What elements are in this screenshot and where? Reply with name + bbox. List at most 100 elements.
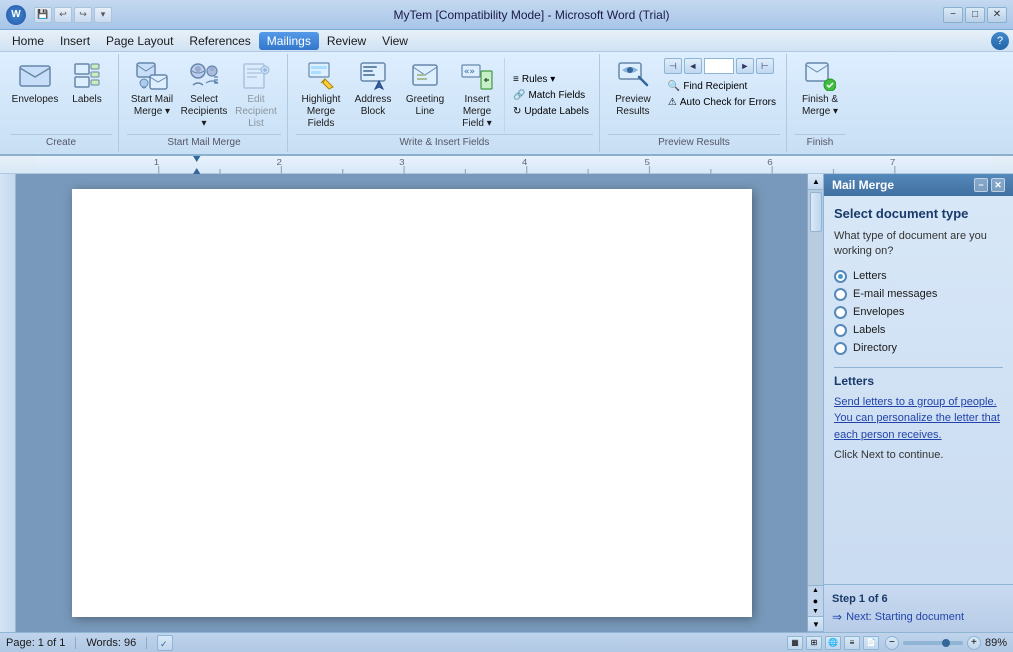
zoom-thumb <box>942 639 950 647</box>
click-next-text: Click Next to continue. <box>834 449 1003 461</box>
menu-references[interactable]: References <box>181 32 258 50</box>
outline-view-btn[interactable]: ≡ <box>844 636 860 650</box>
rules-icon: ≡ <box>513 74 519 85</box>
greeting-line-button[interactable]: GreetingLine <box>400 58 450 120</box>
radio-directory[interactable]: Directory <box>834 342 1003 355</box>
help-icon[interactable]: ? <box>991 32 1009 50</box>
menu-mailings[interactable]: Mailings <box>259 32 319 50</box>
svg-text:✓: ✓ <box>160 639 168 649</box>
title-bar: W 💾 ↩ ↪ ▾ MyTem [Compatibility Mode] - M… <box>0 0 1013 30</box>
zoom-slider[interactable] <box>903 641 963 645</box>
redo-btn[interactable]: ↪ <box>74 7 92 23</box>
panel-header-controls: − ✕ <box>974 178 1005 192</box>
menu-insert[interactable]: Insert <box>52 32 98 50</box>
undo-btn[interactable]: ↩ <box>54 7 72 23</box>
envelopes-button[interactable]: Envelopes <box>10 58 60 108</box>
rules-button[interactable]: ≡ Rules ▾ <box>509 72 593 87</box>
labels-icon <box>71 60 103 92</box>
nav-last-btn[interactable]: ⊢ <box>756 58 774 74</box>
svg-text:7: 7 <box>890 158 895 167</box>
close-btn[interactable]: ✕ <box>987 7 1007 23</box>
scroll-browse-object[interactable]: ● <box>812 595 819 607</box>
info-section-title: Letters <box>834 367 1003 388</box>
highlight-merge-fields-icon <box>305 60 337 92</box>
update-labels-button[interactable]: ↻ Update Labels <box>509 104 593 119</box>
auto-check-errors-button[interactable]: ⚠ Auto Check for Errors <box>664 95 780 110</box>
zoom-in-btn[interactable]: + <box>967 636 981 650</box>
menu-home[interactable]: Home <box>4 32 52 50</box>
radio-email-messages[interactable]: E-mail messages <box>834 288 1003 301</box>
window-controls: − □ ✕ <box>943 7 1007 23</box>
update-labels-icon: ↻ <box>513 106 521 117</box>
select-recipients-label: SelectRecipients ▾ <box>181 94 228 130</box>
select-recipients-button[interactable]: SelectRecipients ▾ <box>179 58 229 132</box>
web-layout-view-btn[interactable]: 🌐 <box>825 636 841 650</box>
panel-close-btn[interactable]: ✕ <box>991 178 1005 192</box>
select-recipients-icon <box>188 60 220 92</box>
scroll-up-btn[interactable]: ▲ <box>808 174 824 190</box>
radio-labels-circle <box>834 324 847 337</box>
status-bar: Page: 1 of 1 Words: 96 ✓ ▦ ⊞ 🌐 ≡ 📄 − + 8… <box>0 632 1013 652</box>
edit-recipient-list-label: EditRecipient List <box>233 94 279 130</box>
preview-results-button[interactable]: PreviewResults <box>608 58 658 120</box>
nav-first-btn[interactable]: ⊣ <box>664 58 682 74</box>
auto-check-icon: ⚠ <box>668 97 677 108</box>
nav-prev-btn[interactable]: ◄ <box>684 58 702 74</box>
radio-letters-circle <box>834 270 847 283</box>
finish-merge-button[interactable]: Finish &Merge ▾ <box>795 58 845 120</box>
nav-next-btn[interactable]: ► <box>736 58 754 74</box>
zoom-control: − + 89% <box>885 636 1007 650</box>
menu-page-layout[interactable]: Page Layout <box>98 32 181 50</box>
panel-minimize-btn[interactable]: − <box>974 178 988 192</box>
address-block-button[interactable]: AddressBlock <box>348 58 398 120</box>
menu-review[interactable]: Review <box>319 32 374 50</box>
match-fields-button[interactable]: 🔗 Match Fields <box>509 88 593 103</box>
find-recipient-button[interactable]: 🔍 Find Recipient <box>664 79 780 94</box>
preview-record-input[interactable] <box>704 58 734 74</box>
scroll-select-browse-prev[interactable]: ▲ <box>811 586 820 595</box>
status-divider1 <box>75 637 76 649</box>
preview-results-label: PreviewResults <box>615 94 651 118</box>
zoom-level[interactable]: 89% <box>985 637 1007 649</box>
full-reading-view-btn[interactable]: ⊞ <box>806 636 822 650</box>
document-canvas[interactable] <box>16 174 807 632</box>
labels-button[interactable]: Labels <box>62 58 112 108</box>
qa-dropdown[interactable]: ▾ <box>94 7 112 23</box>
highlight-merge-fields-button[interactable]: HighlightMerge Fields <box>296 58 346 132</box>
insert-merge-field-label: Insert MergeField ▾ <box>454 94 500 130</box>
print-layout-view-btn[interactable]: ▦ <box>787 636 803 650</box>
greeting-line-icon <box>409 60 441 92</box>
write-insert-group-label: Write & Insert Fields <box>296 134 593 148</box>
zoom-out-btn[interactable]: − <box>885 636 899 650</box>
svg-text:«»: «» <box>464 67 475 77</box>
edit-recipient-list-button[interactable]: EditRecipient List <box>231 58 281 132</box>
view-icons: ▦ ⊞ 🌐 ≡ 📄 <box>787 636 879 650</box>
panel-section-title: Select document type <box>834 206 1003 221</box>
draft-view-btn[interactable]: 📄 <box>863 636 879 650</box>
menu-view[interactable]: View <box>374 32 416 50</box>
start-mail-merge-button[interactable]: Start MailMerge ▾ <box>127 58 177 120</box>
next-link[interactable]: ⇒ Next: Starting document <box>832 610 1005 624</box>
spelling-icon[interactable]: ✓ <box>157 635 173 651</box>
document-page <box>72 189 752 617</box>
find-recipient-icon: 🔍 <box>668 81 680 92</box>
radio-letters-label: Letters <box>853 270 887 282</box>
scroll-thumb[interactable] <box>810 192 822 232</box>
ribbon-group-create: Envelopes Labels <box>4 54 119 152</box>
page-status: Page: 1 of 1 <box>6 637 65 649</box>
window-title: MyTem [Compatibility Mode] - Microsoft W… <box>120 8 943 22</box>
info-text-link[interactable]: Send letters to a group of people. You c… <box>834 396 1000 441</box>
panel-footer: Step 1 of 6 ⇒ Next: Starting document <box>824 584 1013 632</box>
save-btn[interactable]: 💾 <box>34 7 52 23</box>
maximize-btn[interactable]: □ <box>965 7 985 23</box>
radio-letters[interactable]: Letters <box>834 270 1003 283</box>
insert-merge-field-button[interactable]: «» Insert MergeField ▾ <box>452 58 502 132</box>
minimize-btn[interactable]: − <box>943 7 963 23</box>
scroll-down-btn[interactable]: ▼ <box>808 616 824 632</box>
address-block-icon <box>357 60 389 92</box>
scroll-select-browse-next[interactable]: ▼ <box>811 607 820 616</box>
radio-envelopes[interactable]: Envelopes <box>834 306 1003 319</box>
radio-labels[interactable]: Labels <box>834 324 1003 337</box>
insert-merge-field-icon: «» <box>461 60 493 92</box>
panel-header: Mail Merge − ✕ <box>824 174 1013 196</box>
